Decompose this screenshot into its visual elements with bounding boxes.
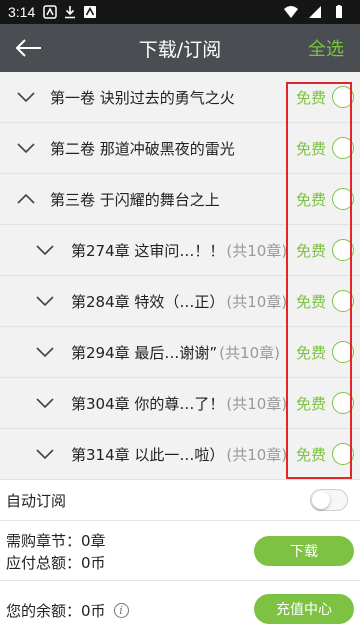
chevron-down-icon[interactable] xyxy=(16,87,36,107)
price-label: 免费 xyxy=(295,139,326,158)
battery-icon xyxy=(336,5,342,18)
volume-title: 第一卷 诀别过去的勇气之火 xyxy=(50,88,235,107)
price-label: 免费 xyxy=(295,88,326,107)
notification-app-icon xyxy=(43,5,57,19)
volume-row-2[interactable]: 第二卷 那道冲破黑夜的雷光 免费 xyxy=(0,123,360,174)
total-amount-text: 应付总额：0币 xyxy=(6,554,106,572)
select-checkbox[interactable] xyxy=(332,341,354,363)
chapter-title: 第274章 这审问…！！ xyxy=(71,241,225,260)
download-status-icon xyxy=(65,6,76,19)
download-button[interactable]: 下载 xyxy=(254,536,354,566)
chapter-row-3[interactable]: 第294章 最后…谢谢” (共10章) 免费 xyxy=(0,327,360,378)
back-button[interactable] xyxy=(0,24,56,72)
app-notification-icon xyxy=(84,6,97,18)
price-label: 免费 xyxy=(295,445,326,464)
balance-section: 您的余额：0币 i 充值中心 xyxy=(0,581,360,639)
chapter-count: (共10章) xyxy=(226,445,288,464)
chapter-title: 第284章 特效（…正） xyxy=(71,292,225,311)
volume-row-1[interactable]: 第一卷 诀别过去的勇气之火 免费 xyxy=(0,72,360,123)
volume-title: 第三卷 于闪耀的舞台之上 xyxy=(50,190,220,209)
select-checkbox[interactable] xyxy=(332,392,354,414)
toggle-knob xyxy=(312,491,330,509)
select-all-button[interactable]: 全选 xyxy=(308,35,344,61)
chapter-title: 第314章 以此一…啦） xyxy=(71,445,225,464)
chapter-row-4[interactable]: 第304章 你的尊…了！ (共10章) 免费 xyxy=(0,378,360,429)
chevron-down-icon[interactable] xyxy=(35,444,55,464)
chapter-title: 第304章 你的尊…了！ xyxy=(71,394,225,413)
price-label: 免费 xyxy=(295,343,326,362)
arrow-left-icon xyxy=(15,39,41,57)
chevron-down-icon[interactable] xyxy=(35,240,55,260)
select-checkbox[interactable] xyxy=(332,188,354,210)
balance-text: 您的余额：0币 xyxy=(6,602,106,620)
price-label: 免费 xyxy=(295,190,326,209)
chevron-up-icon[interactable] xyxy=(16,189,36,209)
price-label: 免费 xyxy=(295,241,326,260)
chevron-down-icon[interactable] xyxy=(35,342,55,362)
select-checkbox[interactable] xyxy=(332,86,354,108)
volume-title: 第二卷 那道冲破黑夜的雷光 xyxy=(50,139,235,158)
select-checkbox[interactable] xyxy=(332,290,354,312)
select-checkbox[interactable] xyxy=(332,137,354,159)
select-checkbox[interactable] xyxy=(332,443,354,465)
purchase-summary: 需购章节：0章 应付总额：0币 下载 xyxy=(0,521,360,581)
required-chapters-text: 需购章节：0章 xyxy=(6,532,106,550)
price-label: 免费 xyxy=(295,394,326,413)
price-label: 免费 xyxy=(295,292,326,311)
chapter-title: 第294章 最后…谢谢” xyxy=(71,343,218,362)
status-time: 3:14 xyxy=(8,4,36,20)
chevron-down-icon[interactable] xyxy=(16,138,36,158)
balance-line: 您的余额：0币 i xyxy=(6,600,129,621)
wifi-icon xyxy=(284,6,298,18)
volume-row-3[interactable]: 第三卷 于闪耀的舞台之上 免费 xyxy=(0,174,360,225)
app-bar: 下载/订阅 全选 xyxy=(0,24,360,72)
chapter-row-1[interactable]: 第274章 这审问…！！ (共10章) 免费 xyxy=(0,225,360,276)
chevron-down-icon[interactable] xyxy=(35,291,55,311)
auto-subscribe-label: 自动订阅 xyxy=(6,491,67,510)
status-bar: 3:14 xyxy=(0,0,360,24)
chapter-row-5[interactable]: 第314章 以此一…啦） (共10章) 免费 xyxy=(0,429,360,480)
chapter-row-2[interactable]: 第284章 特效（…正） (共10章) 免费 xyxy=(0,276,360,327)
auto-subscribe-toggle[interactable] xyxy=(310,489,348,511)
chapter-count: (共10章) xyxy=(219,343,280,362)
chapter-count: (共10章) xyxy=(226,292,288,311)
chapter-list: 第一卷 诀别过去的勇气之火 免费 第二卷 那道冲破黑夜的雷光 免费 第三卷 于闪… xyxy=(0,72,360,480)
chevron-down-icon[interactable] xyxy=(35,393,55,413)
info-icon[interactable]: i xyxy=(113,603,129,618)
select-checkbox[interactable] xyxy=(332,239,354,261)
signal-icon xyxy=(309,6,321,18)
chapter-count: (共10章) xyxy=(226,394,288,413)
recharge-button[interactable]: 充值中心 xyxy=(254,594,354,624)
chapter-count: (共10章) xyxy=(226,241,288,260)
auto-subscribe-row: 自动订阅 xyxy=(0,480,360,521)
